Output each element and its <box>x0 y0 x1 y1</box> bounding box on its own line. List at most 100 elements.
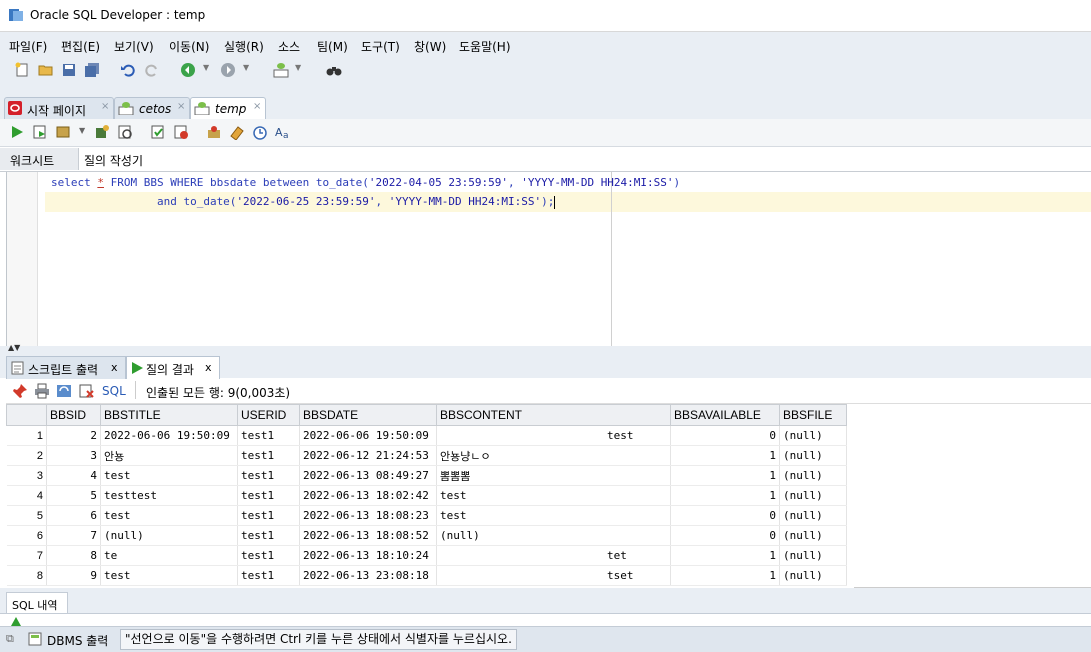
menu-window[interactable]: 창(W) <box>414 38 446 55</box>
grid-cell[interactable]: (null) <box>779 425 847 446</box>
redo-icon[interactable] <box>144 62 160 78</box>
grid-cell[interactable]: (null) <box>100 525 238 546</box>
grid-cell[interactable]: (null) <box>779 505 847 526</box>
grid-cell[interactable]: 2022-06-13 18:08:52 <box>299 525 437 546</box>
grid-cell[interactable]: 6 <box>46 505 101 526</box>
table-row[interactable]: 4 5 testtest test1 2022-06-13 18:02:42 test 1(… <box>6 485 847 506</box>
grid-cell[interactable]: 뽐뽐뽐 <box>436 465 671 486</box>
clear-eraser-icon[interactable] <box>229 124 245 140</box>
sql-worksheet-icon[interactable] <box>273 62 289 78</box>
save-all-icon[interactable] <box>84 62 100 78</box>
table-row[interactable]: 7 8 te test1 2022-06-13 18:10:24 tet 1 (null) <box>6 545 847 566</box>
grid-cell[interactable]: 5 <box>46 485 101 506</box>
menu-tools[interactable]: 도구(T) <box>361 38 400 55</box>
tab-script-output[interactable]: 스크립트 출력 x <box>6 356 126 379</box>
table-row[interactable]: 3 4 test test1 2022-06-13 08:49:27 뽐뽐뽐 1 (null) <box>6 465 847 486</box>
grid-cell[interactable]: 2022-06-13 18:02:42 <box>299 485 437 506</box>
grid-cell[interactable]: 9 <box>46 565 101 586</box>
back-icon[interactable] <box>180 62 196 78</box>
grid-cell[interactable]: test1 <box>237 565 300 586</box>
grid-cell[interactable]: 안뇽 <box>100 445 238 466</box>
close-icon[interactable]: × <box>253 101 261 112</box>
column-header[interactable]: BBSAVAILABLE <box>670 404 780 426</box>
grid-cell[interactable]: 2022-06-13 18:08:23 <box>299 505 437 526</box>
grid-cell[interactable]: test1 <box>237 465 300 486</box>
grid-cell[interactable]: 2022-06-06 19:50:09 <box>299 425 437 446</box>
grid-cell[interactable]: (null) <box>779 525 847 546</box>
close-icon[interactable]: × <box>101 101 109 112</box>
column-header[interactable]: USERID <box>237 404 300 426</box>
grid-cell[interactable]: (null) <box>779 545 847 566</box>
sql-dropdown-icon[interactable]: ▼ <box>295 63 301 72</box>
grid-cell[interactable]: (null) <box>779 485 847 506</box>
grid-cell[interactable]: 2022-06-13 18:10:24 <box>299 545 437 566</box>
autotrace-icon[interactable] <box>56 124 72 140</box>
grid-cell[interactable]: test1 <box>237 505 300 526</box>
grid-cell[interactable]: test1 <box>237 525 300 546</box>
menu-file[interactable]: 파일(F) <box>9 38 47 55</box>
grid-cell[interactable]: test <box>436 505 671 526</box>
autotrace-dropdown-icon[interactable]: ▼ <box>79 126 85 135</box>
grid-cell[interactable]: te <box>100 545 238 566</box>
tab-temp[interactable]: temp × <box>190 97 266 119</box>
menu-team[interactable]: 팀(M) <box>317 38 348 55</box>
grid-cell[interactable]: test1 <box>237 545 300 566</box>
run-statement-icon[interactable] <box>9 124 25 140</box>
grid-cell[interactable]: (null) <box>436 525 671 546</box>
grid-cell[interactable]: 2022-06-13 08:49:27 <box>299 465 437 486</box>
grid-cell[interactable]: 안뇽냥ㄴㅇ <box>436 445 671 466</box>
grid-cell[interactable]: (null) <box>779 565 847 586</box>
cancel-icon[interactable] <box>173 124 189 140</box>
grid-cell[interactable]: 4 <box>46 465 101 486</box>
grid-cell[interactable]: test <box>100 505 238 526</box>
collapse-arrows-icon[interactable]: ▲▼ <box>8 343 20 352</box>
grid-cell[interactable]: tset <box>436 565 671 586</box>
grid-cell[interactable]: 2022-06-13 23:08:18 <box>299 565 437 586</box>
tab-query-result[interactable]: 질의 결과 x <box>126 356 220 379</box>
binoculars-icon[interactable] <box>326 62 342 78</box>
grid-cell[interactable]: 2022-06-06 19:50:09 <box>100 425 238 446</box>
grid-cell[interactable]: test <box>100 565 238 586</box>
forward-dropdown-icon[interactable]: ▼ <box>243 63 249 72</box>
sql-tuning-icon[interactable] <box>206 124 222 140</box>
open-folder-icon[interactable] <box>38 62 54 78</box>
grid-cell[interactable]: 8 <box>46 545 101 566</box>
close-icon[interactable]: x <box>111 361 118 374</box>
grid-cell[interactable]: 7 <box>46 525 101 546</box>
grid-cell[interactable]: test <box>436 485 671 506</box>
menu-navigate[interactable]: 이동(N) <box>169 38 209 55</box>
run-script-icon[interactable] <box>32 124 48 140</box>
grid-cell[interactable]: test1 <box>237 445 300 466</box>
grid-cell[interactable]: tet <box>436 545 671 566</box>
pin-icon[interactable] <box>12 383 28 399</box>
close-icon[interactable]: × <box>177 101 185 112</box>
clear-results-icon[interactable] <box>79 383 95 399</box>
grid-cell[interactable]: 2022-06-12 21:24:53 <box>299 445 437 466</box>
panel-restore-icon[interactable]: ⧉ <box>6 632 14 646</box>
explain-plan-icon[interactable] <box>150 124 166 140</box>
grid-cell[interactable]: 1 <box>670 445 780 466</box>
grid-cell[interactable]: 0 <box>670 425 780 446</box>
panel-splitter[interactable]: ▲▼ <box>0 343 1091 354</box>
grid-cell[interactable]: testtest <box>100 485 238 506</box>
column-header[interactable]: BBSCONTENT <box>436 404 671 426</box>
grid-cell[interactable]: 3 <box>46 445 101 466</box>
sql-editor[interactable]: select * FROM BBS WHERE bbsdate between … <box>6 172 1091 346</box>
tab-worksheet[interactable]: 워크시트 <box>0 148 79 170</box>
table-row[interactable]: 6 7 (null) test1 2022-06-13 18:08:52 (null) 0(… <box>6 525 847 546</box>
tab-cetos[interactable]: cetos × <box>114 97 190 119</box>
menu-edit[interactable]: 편집(E) <box>61 38 100 55</box>
menu-view[interactable]: 보기(V) <box>114 38 154 55</box>
format-case-icon[interactable]: Aa <box>275 124 291 140</box>
grid-cell[interactable]: 1 <box>670 465 780 486</box>
table-row[interactable]: 2 3 안뇽 test1 2022-06-12 21:24:53 안뇽냥ㄴㅇ 1 (null) <box>6 445 847 466</box>
column-header[interactable]: BBSID <box>46 404 101 426</box>
grid-cell[interactable]: 1 <box>670 565 780 586</box>
refresh-icon[interactable] <box>56 383 72 399</box>
print-icon[interactable] <box>34 383 50 399</box>
grid-cell[interactable]: 1 <box>670 545 780 566</box>
tab-query-builder[interactable]: 질의 작성기 <box>80 148 160 170</box>
grid-cell[interactable]: 2 <box>46 425 101 446</box>
tab-start-page[interactable]: 시작 페이지 × <box>4 97 114 119</box>
menu-source[interactable]: 소스 <box>278 38 300 55</box>
